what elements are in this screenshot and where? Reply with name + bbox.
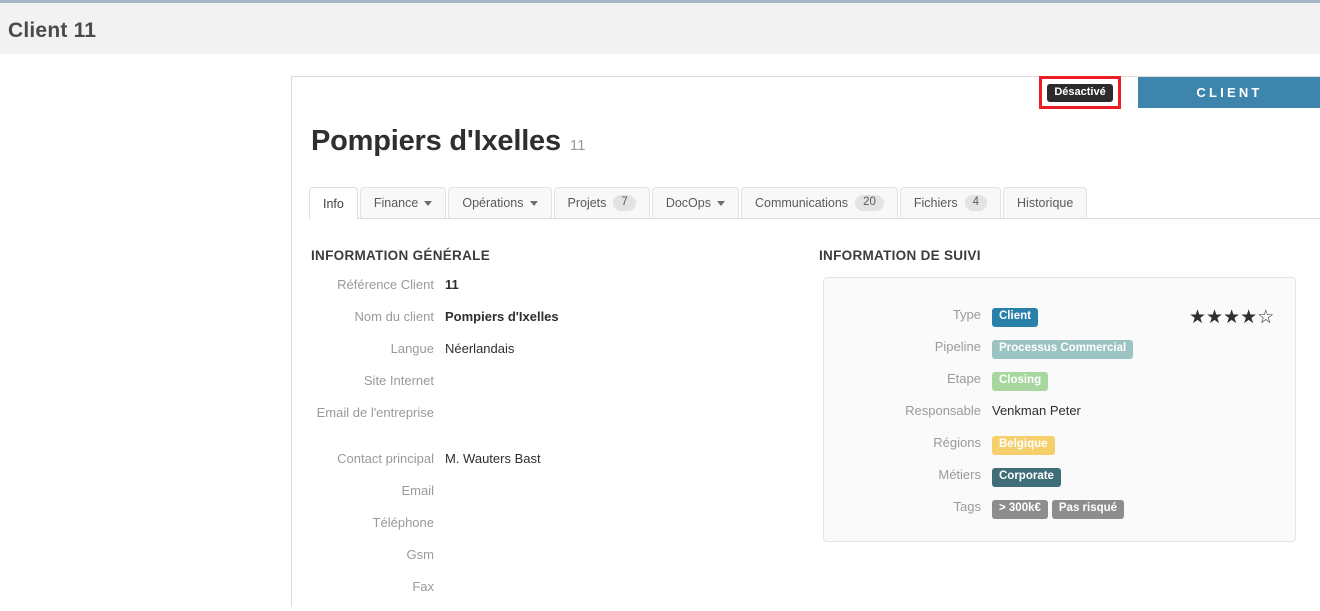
field-row: Pipeline Processus Commercial bbox=[824, 339, 1154, 371]
chevron-down-icon bbox=[424, 200, 433, 206]
field-label: Gsm bbox=[406, 547, 434, 562]
tracking-information-heading: INFORMATION DE SUIVI bbox=[819, 248, 981, 263]
record-panel: Désactivé CLIENT Pompiers d'Ixelles 11 I… bbox=[291, 76, 1320, 607]
star-filled-icon[interactable]: ★ bbox=[1206, 307, 1223, 328]
field-label: Email de l'entreprise bbox=[316, 405, 434, 420]
tab-fichiers[interactable]: Fichiers 4 bbox=[899, 187, 1002, 218]
tab-historique[interactable]: Historique bbox=[1003, 187, 1088, 218]
tab-finance[interactable]: Finance bbox=[359, 187, 447, 218]
star-filled-icon[interactable]: ★ bbox=[1189, 307, 1206, 328]
badge: Processus Commercial bbox=[992, 340, 1134, 359]
tab-docops[interactable]: DocOps bbox=[651, 187, 739, 218]
field-label: Responsable bbox=[905, 403, 981, 418]
status-highlight-box: Désactivé bbox=[1039, 76, 1121, 109]
record-type-banner: CLIENT bbox=[1138, 77, 1320, 108]
field-row: Nom du client Pompiers d'Ixelles bbox=[292, 309, 792, 341]
field-row: Responsable Venkman Peter bbox=[824, 403, 1154, 435]
field-label: Email bbox=[401, 483, 434, 498]
star-filled-icon[interactable]: ★ bbox=[1223, 307, 1240, 328]
tab-op-rations[interactable]: Opérations bbox=[448, 187, 552, 218]
field-value: > 300k€ Pas risqué bbox=[992, 499, 1125, 519]
record-title-row: Pompiers d'Ixelles 11 bbox=[311, 125, 586, 158]
field-label: Langue bbox=[390, 341, 434, 356]
chevron-down-icon bbox=[529, 200, 538, 206]
field-row: Type Client bbox=[824, 307, 1154, 339]
tab-label: Finance bbox=[373, 196, 419, 210]
badge: > 300k€ bbox=[992, 500, 1048, 519]
record-reference: 11 bbox=[569, 137, 586, 154]
field-value: Pompiers d'Ixelles bbox=[445, 309, 559, 324]
field-row: Gsm bbox=[292, 547, 792, 579]
tab-label: DocOps bbox=[665, 196, 711, 210]
field-value: 11 bbox=[445, 277, 459, 292]
tab-label: Opérations bbox=[462, 196, 524, 210]
tab-bar: Info Finance Opérations Projets 7 DocOps Commu… bbox=[309, 186, 1320, 219]
tab-label: Fichiers bbox=[913, 196, 958, 210]
field-row: Email de l'entreprise bbox=[292, 405, 792, 437]
field-row: Référence Client 11 bbox=[292, 277, 792, 309]
tracking-information-fields: Type Client Pipeline Processus Commercial Et… bbox=[824, 307, 1154, 531]
field-label: Fax bbox=[412, 579, 434, 594]
tab-label: Communications bbox=[754, 196, 849, 210]
tab-count-badge: 20 bbox=[855, 194, 884, 212]
field-label: Métiers bbox=[938, 467, 981, 482]
chevron-down-icon bbox=[716, 200, 725, 206]
record-title: Pompiers d'Ixelles bbox=[311, 125, 561, 157]
field-row: Site Internet bbox=[292, 373, 792, 405]
app-header: Client 11 bbox=[0, 0, 1320, 55]
badge: Pas risqué bbox=[1051, 500, 1125, 519]
field-row: Métiers Corporate bbox=[824, 467, 1154, 499]
badge: Client bbox=[992, 308, 1038, 327]
tracking-information-card: Type Client Pipeline Processus Commercial Et… bbox=[823, 277, 1296, 542]
field-label: Téléphone bbox=[372, 515, 434, 530]
badge: Belgique bbox=[992, 436, 1055, 455]
general-information-heading: INFORMATION GÉNÉRALE bbox=[311, 248, 490, 263]
field-row: Contact principal M. Wauters Bast bbox=[292, 451, 792, 483]
field-label: Nom du client bbox=[354, 309, 434, 324]
tab-info[interactable]: Info bbox=[309, 187, 358, 219]
tab-projets[interactable]: Projets 7 bbox=[553, 187, 650, 218]
badge: Closing bbox=[992, 372, 1049, 391]
general-information-fields: Référence Client 11 Nom du client Pompiers … bbox=[292, 277, 792, 611]
field-value: Client bbox=[992, 307, 1038, 327]
field-row: Email bbox=[292, 483, 792, 515]
tab-label: Historique bbox=[1017, 196, 1074, 210]
field-label: Contact principal bbox=[337, 451, 434, 466]
field-label: Etape bbox=[947, 371, 981, 386]
tab-count-badge: 4 bbox=[964, 194, 988, 212]
star-empty-icon[interactable]: ☆ bbox=[1257, 307, 1274, 328]
field-spacer bbox=[292, 437, 792, 451]
status-badge: Désactivé bbox=[1047, 83, 1113, 102]
field-row: Etape Closing bbox=[824, 371, 1154, 403]
field-value: M. Wauters Bast bbox=[445, 451, 541, 466]
field-row: Régions Belgique bbox=[824, 435, 1154, 467]
field-value: Processus Commercial bbox=[992, 339, 1134, 359]
tab-communications[interactable]: Communications 20 bbox=[740, 187, 898, 218]
tab-label: Info bbox=[323, 196, 344, 211]
star-filled-icon[interactable]: ★ bbox=[1240, 307, 1257, 328]
field-row: Tags > 300k€ Pas risqué bbox=[824, 499, 1154, 531]
field-value: Belgique bbox=[992, 435, 1055, 455]
field-label: Site Internet bbox=[363, 373, 434, 388]
field-row: Téléphone bbox=[292, 515, 792, 547]
tab-label: Projets bbox=[567, 196, 607, 210]
field-value: Corporate bbox=[992, 467, 1061, 487]
badge: Corporate bbox=[992, 468, 1061, 487]
field-row: Fax bbox=[292, 579, 792, 611]
tab-count-badge: 7 bbox=[613, 194, 636, 212]
field-label: Tags bbox=[953, 499, 981, 514]
field-value: Venkman Peter bbox=[992, 403, 1081, 418]
rating-stars[interactable]: ★★★★☆ bbox=[1189, 308, 1274, 327]
field-value: Néerlandais bbox=[445, 341, 515, 356]
page-title: Client 11 bbox=[8, 19, 97, 42]
panel-topbar: Désactivé CLIENT bbox=[292, 76, 1320, 110]
field-label: Régions bbox=[933, 435, 981, 450]
field-label: Référence Client bbox=[337, 277, 434, 292]
field-row: Langue Néerlandais bbox=[292, 341, 792, 373]
field-label: Type bbox=[952, 307, 981, 322]
field-value: Closing bbox=[992, 371, 1049, 391]
field-label: Pipeline bbox=[934, 339, 981, 354]
